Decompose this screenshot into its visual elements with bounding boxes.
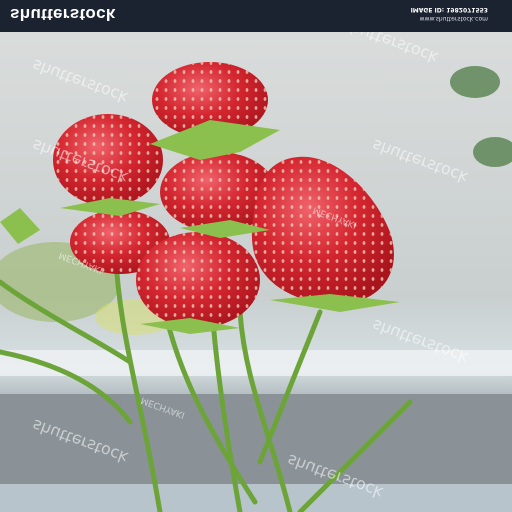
image-meta: www.shutterstock.com IMAGE ID: 198207155… — [411, 5, 488, 23]
site-line: www.shutterstock.com — [419, 15, 488, 22]
leaf-blur — [450, 66, 500, 98]
stock-header-bar: shutterstock www.shutterstock.com IMAGE … — [0, 0, 512, 32]
planter-rim — [0, 484, 512, 512]
strawberry-photo: shutterstock shutterstock shutterstock s… — [0, 32, 512, 512]
image-id-line: IMAGE ID: 1982071553 — [410, 6, 488, 13]
brand-logo-text: shutterstock — [10, 5, 116, 24]
